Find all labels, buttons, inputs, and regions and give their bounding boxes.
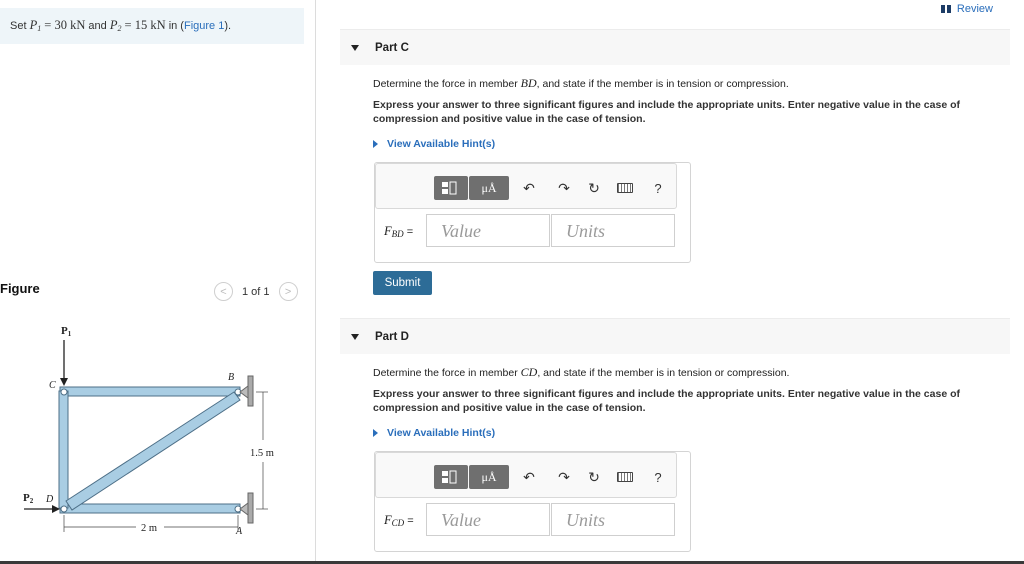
triangle-down-icon [351, 44, 359, 51]
figure-heading: Figure [0, 281, 40, 296]
redo-icon[interactable]: ↷ [553, 177, 575, 199]
support-a [239, 492, 254, 524]
figure-link[interactable]: Figure 1 [184, 20, 224, 32]
part-c-hint-link[interactable]: View Available Hint(s) [373, 138, 495, 150]
p2-value: = 15 kN [124, 18, 166, 32]
p2-symbol: P2 [109, 18, 122, 33]
part-c-instructions: Express your answer to three significant… [373, 99, 960, 125]
template-icon[interactable] [434, 465, 468, 489]
label-d: D [45, 494, 54, 505]
help-icon[interactable]: ? [647, 466, 669, 488]
problem-statement: Set P1 = 30 kN and P2 = 15 kN in (Figure… [0, 8, 304, 44]
units-button[interactable]: μÅ [469, 176, 509, 200]
part-d-title: Part D [375, 330, 409, 343]
problem-and: and [88, 20, 107, 32]
part-c-units-input[interactable]: Units [551, 214, 675, 247]
part-d-header[interactable]: Part D [340, 318, 1010, 354]
label-b: B [228, 372, 234, 383]
part-d-toolbar: μÅ ↶ ↷ ↻ ? [375, 452, 677, 498]
problem-prefix: Set [10, 20, 27, 32]
part-d-answer-box: μÅ ↶ ↷ ↻ ? FCD = Value Units [374, 451, 691, 552]
truss-members [58, 386, 241, 514]
chevron-right-icon[interactable]: > [278, 282, 298, 301]
part-c-value-input[interactable]: Value [426, 214, 550, 247]
triangle-right-icon [373, 140, 378, 148]
label-c: C [49, 380, 56, 391]
truss-diagram: P1 P2 C B D A 1.5 m 2 m [23, 325, 274, 537]
figure-page-count: 1 of 1 [242, 285, 270, 298]
part-c-question: Determine the force in member BD, and st… [373, 76, 789, 90]
undo-icon[interactable]: ↶ [518, 466, 540, 488]
review-link[interactable]: Review [940, 3, 993, 15]
member-bd [65, 391, 241, 511]
member-cd [58, 390, 69, 509]
review-book-icon [940, 5, 952, 13]
member-cb [59, 386, 241, 397]
p1-symbol: P1 [29, 18, 42, 33]
figure-pager: < 1 of 1 > [214, 282, 298, 301]
part-d-variable: FCD = [384, 513, 414, 528]
reset-icon[interactable]: ↻ [583, 466, 605, 488]
triangle-right-icon [373, 429, 378, 437]
support-b [239, 375, 254, 407]
part-d-hint-link[interactable]: View Available Hint(s) [373, 427, 495, 439]
problem-in: in ( [168, 20, 184, 32]
part-d-units-input[interactable]: Units [551, 503, 675, 536]
reset-icon[interactable]: ↻ [583, 177, 605, 199]
help-icon[interactable]: ? [647, 177, 669, 199]
part-d-member: CD [520, 365, 538, 379]
chevron-left-icon[interactable]: < [214, 282, 233, 301]
keyboard-icon[interactable] [614, 177, 636, 199]
undo-icon[interactable]: ↶ [518, 177, 540, 199]
part-c-title: Part C [375, 41, 409, 54]
problem-close: ). [224, 20, 232, 32]
triangle-down-icon [351, 333, 359, 340]
arrow-p1-head [60, 378, 68, 386]
p1-value: = 30 kN [44, 18, 86, 32]
dim-width: 2 m [141, 523, 157, 534]
part-c-header[interactable]: Part C [340, 29, 1010, 65]
part-c-variable: FBD = [384, 224, 414, 239]
submit-button[interactable]: Submit [373, 271, 432, 295]
part-d-instructions: Express your answer to three significant… [373, 388, 960, 414]
label-p1: P1 [61, 325, 72, 338]
dim-height: 1.5 m [250, 448, 274, 459]
label-p2: P2 [23, 492, 34, 505]
part-c-toolbar: μÅ ↶ ↷ ↻ ? [375, 163, 677, 209]
joint-c [60, 388, 68, 396]
label-a: A [235, 526, 243, 537]
part-c-answer-box: μÅ ↶ ↷ ↻ ? FBD = Value Units [374, 162, 691, 263]
keyboard-icon[interactable] [614, 466, 636, 488]
units-button[interactable]: μÅ [469, 465, 509, 489]
part-d-value-input[interactable]: Value [426, 503, 550, 536]
member-da [59, 503, 241, 514]
redo-icon[interactable]: ↷ [553, 466, 575, 488]
left-panel: Set P1 = 30 kN and P2 = 15 kN in (Figure… [0, 0, 316, 564]
part-c-member: BD [520, 76, 537, 90]
template-icon[interactable] [434, 176, 468, 200]
part-d-question: Determine the force in member CD, and st… [373, 365, 790, 379]
review-label: Review [956, 3, 993, 15]
joint-d [60, 505, 68, 513]
